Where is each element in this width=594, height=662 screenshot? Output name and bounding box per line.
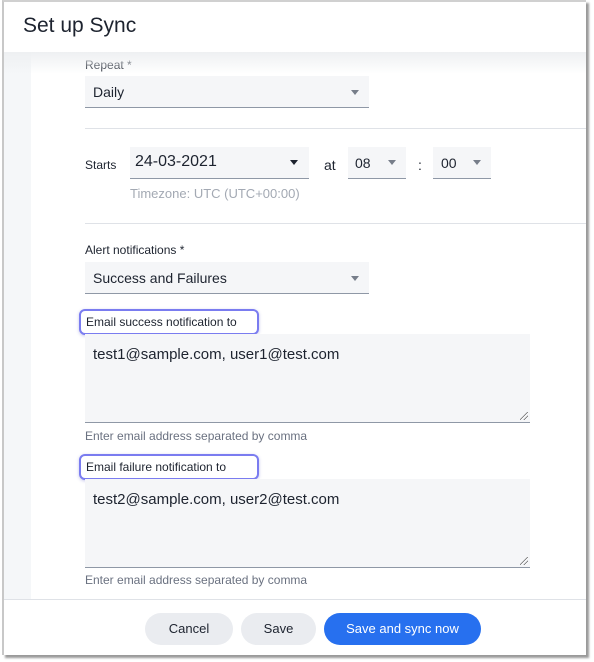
success-email-label: Email success notification to — [86, 315, 237, 329]
starts-label: Starts — [85, 158, 117, 172]
alert-notifications-label: Alert notifications * — [85, 243, 185, 257]
resize-handle-icon[interactable] — [520, 412, 528, 420]
start-date-value: 24-03-2021 — [135, 153, 217, 170]
divider — [85, 223, 586, 224]
dialog-title: Set up Sync — [23, 14, 137, 37]
chevron-down-icon — [473, 160, 481, 165]
failure-email-value: test2@sample.com, user2@test.com — [93, 491, 340, 508]
divider — [85, 128, 586, 129]
chevron-down-icon — [290, 160, 298, 165]
repeat-select[interactable]: Daily — [85, 76, 369, 108]
chevron-down-icon — [351, 90, 359, 95]
timezone-text: Timezone: UTC (UTC+00:00) — [130, 186, 300, 201]
save-button[interactable]: Save — [241, 613, 316, 645]
repeat-label: Repeat * — [85, 58, 132, 72]
success-email-hint: Enter email address separated by comma — [85, 429, 308, 443]
success-email-label-highlight: Email success notification to — [79, 309, 259, 335]
chevron-down-icon — [351, 276, 359, 281]
minute-value: 00 — [441, 155, 457, 171]
chevron-down-icon — [388, 160, 396, 165]
cancel-button[interactable]: Cancel — [145, 613, 233, 645]
success-email-textarea[interactable]: test1@sample.com, user1@test.com — [85, 334, 530, 423]
minute-select[interactable]: 00 — [433, 147, 491, 179]
failure-email-hint: Enter email address separated by comma — [85, 573, 308, 587]
dialog-header: Set up Sync — [4, 2, 586, 52]
sync-setup-dialog: Set up Sync Repeat * Daily Starts 24-03-… — [2, 0, 586, 655]
success-email-value: test1@sample.com, user1@test.com — [93, 346, 340, 363]
repeat-value: Daily — [93, 84, 125, 100]
failure-email-label-highlight: Email failure notification to — [79, 454, 259, 480]
failure-email-label: Email failure notification to — [86, 460, 227, 474]
left-rail — [4, 52, 31, 599]
failure-email-textarea[interactable]: test2@sample.com, user2@test.com — [85, 479, 530, 568]
save-and-sync-button[interactable]: Save and sync now — [324, 613, 481, 645]
dialog-content[interactable]: Repeat * Daily Starts 24-03-2021 at 08 :… — [31, 52, 586, 599]
time-separator: : — [418, 157, 422, 173]
hour-select[interactable]: 08 — [348, 147, 406, 179]
at-label: at — [324, 157, 336, 173]
alert-notifications-value: Success and Failures — [93, 270, 227, 286]
hour-value: 08 — [355, 155, 371, 171]
resize-handle-icon[interactable] — [520, 557, 528, 565]
start-date-picker[interactable]: 24-03-2021 — [130, 147, 309, 179]
dialog-footer: Cancel Save Save and sync now — [4, 599, 586, 655]
alert-notifications-select[interactable]: Success and Failures — [85, 262, 369, 294]
